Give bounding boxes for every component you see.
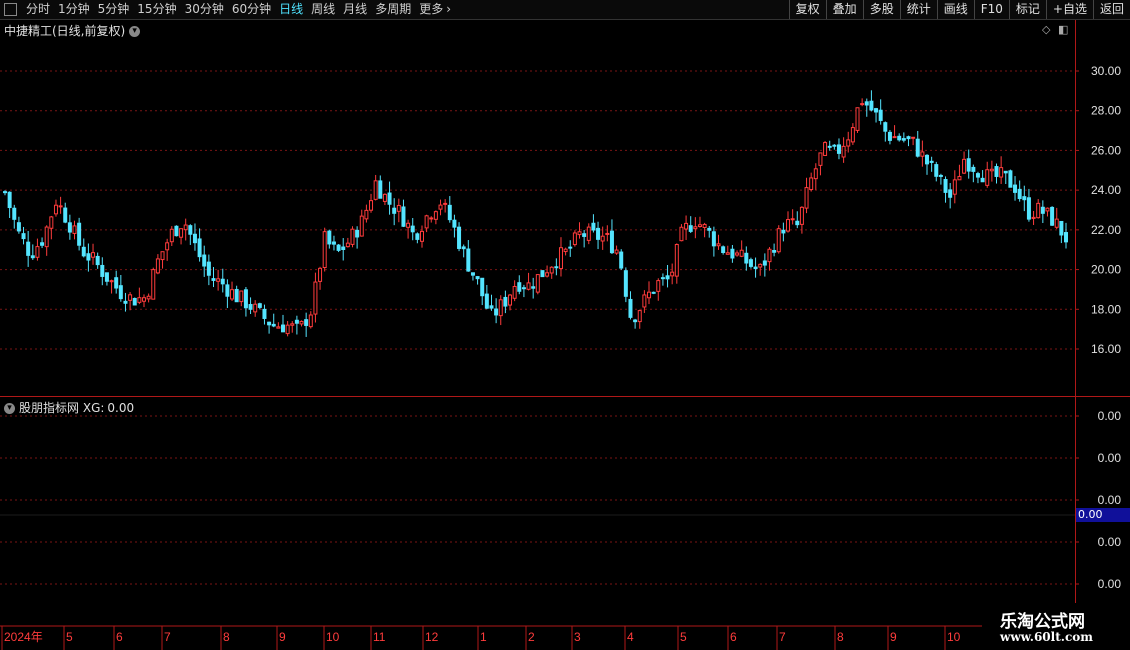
indicator-series-value: 0.00 (107, 401, 135, 415)
indicator-tick-label: 0.00 (1098, 409, 1122, 423)
date-tick-label: 4 (627, 630, 634, 644)
date-tick-label: 3 (574, 630, 581, 644)
date-tick-label: 1 (480, 630, 487, 644)
panel-divider[interactable] (0, 396, 1130, 397)
chevron-down-icon[interactable]: ▾ (4, 403, 15, 414)
watermark-title: 乐淘公式网 (1000, 612, 1085, 632)
date-tick-label: 5 (66, 630, 73, 644)
diamond-icon[interactable]: ◇ (1042, 23, 1050, 36)
indicator-title: ▾ 股朋指标网 XG: 0.00 (4, 399, 134, 416)
watermark: 乐淘公式网 www.60lt.com (982, 603, 1130, 647)
indicator-tick-label: 0.00 (1098, 577, 1122, 591)
price-axis-line (1075, 20, 1076, 396)
date-tick-label: 12 (425, 630, 439, 644)
price-panel: 中捷精工(日线,前复权) ▾ ◇ ◧ (0, 20, 1130, 396)
indicator-name: 股朋指标网 (19, 401, 80, 415)
indicator-current-value: 0.00 (1076, 508, 1130, 522)
maximize-icon[interactable]: ◧ (1058, 23, 1068, 36)
date-tick-label: 5 (680, 630, 687, 644)
indicator-tick-label: 0.00 (1098, 451, 1122, 465)
date-tick-label: 2 (528, 630, 535, 644)
date-tick-label: 7 (164, 630, 171, 644)
stock-title: 中捷精工(日线,前复权) (4, 24, 126, 38)
date-tick-label: 9 (279, 630, 286, 644)
date-tick-label: 7 (779, 630, 786, 644)
date-tick-label: 10 (326, 630, 340, 644)
watermark-url: www.60lt.com (1000, 630, 1093, 644)
indicator-series-label: XG: (82, 401, 105, 415)
date-tick-label: 8 (837, 630, 844, 644)
date-tick-label: 2024年 (4, 630, 43, 644)
date-tick-label: 6 (116, 630, 123, 644)
panel-controls: ◇ ◧ (1042, 23, 1068, 36)
date-tick-label: 8 (223, 630, 230, 644)
date-tick-label: 9 (890, 630, 897, 644)
indicator-tick-label: 0.00 (1098, 493, 1122, 507)
date-tick-label: 6 (730, 630, 737, 644)
indicator-tick-label: 0.00 (1098, 535, 1122, 549)
date-tick-label: 10 (947, 630, 961, 644)
chevron-down-icon[interactable]: ▾ (129, 26, 141, 37)
chart-title: 中捷精工(日线,前复权) ▾ (4, 22, 141, 39)
date-tick-label: 11 (373, 630, 386, 644)
